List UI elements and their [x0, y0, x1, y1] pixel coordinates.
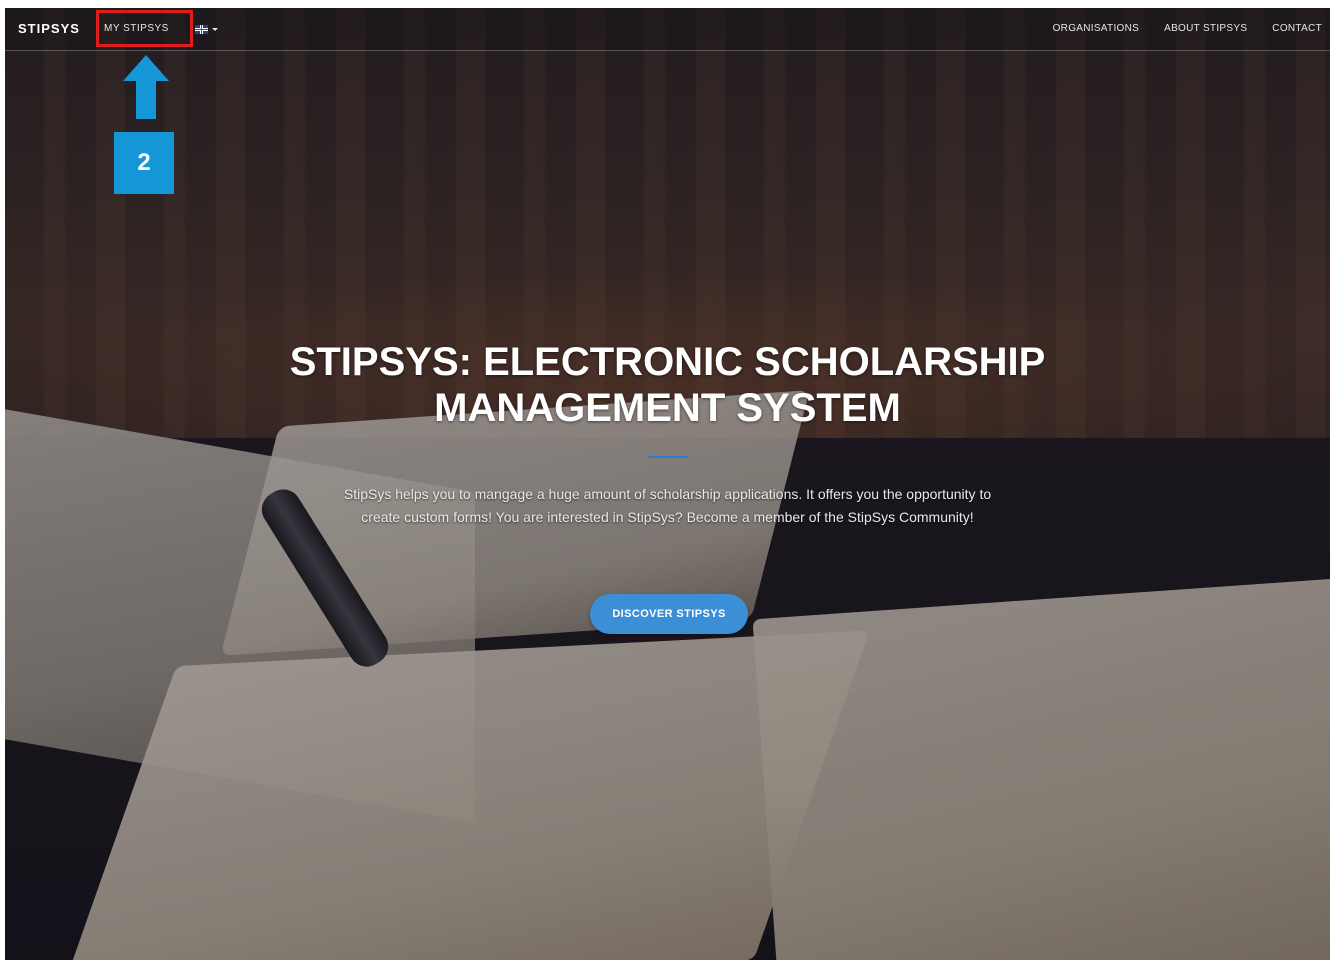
- caret-down-icon: [212, 27, 218, 31]
- top-navbar: STIPSYS MY STIPSYS ORGANISATIONS ABOUT S…: [5, 8, 1330, 51]
- nav-right-links: ORGANISATIONS ABOUT STIPSYS CONTACT: [1053, 23, 1322, 34]
- hero-title-line2: MANAGEMENT SYSTEM: [434, 386, 901, 430]
- brand-logo[interactable]: STIPSYS: [18, 21, 80, 36]
- arrow-up-icon: [123, 55, 169, 119]
- hero-title-line1: STIPSYS: ELECTRONIC SCHOLARSHIP: [289, 340, 1046, 384]
- highlight-box-my-stipsys: [96, 10, 193, 47]
- hero-title: STIPSYS: ELECTRONIC SCHOLARSHIP MANAGEME…: [5, 339, 1330, 431]
- page-frame: STIPSYS MY STIPSYS ORGANISATIONS ABOUT S…: [5, 8, 1330, 960]
- step-badge: 2: [114, 132, 174, 194]
- language-dropdown[interactable]: [195, 24, 218, 34]
- nav-about-stipsys[interactable]: ABOUT STIPSYS: [1164, 23, 1247, 34]
- hero-divider: [648, 456, 688, 458]
- hero-description: StipSys helps you to mangage a huge amou…: [343, 486, 992, 525]
- uk-flag-icon: [195, 24, 208, 34]
- nav-organisations[interactable]: ORGANISATIONS: [1053, 23, 1140, 34]
- nav-contact[interactable]: CONTACT: [1272, 23, 1322, 34]
- discover-stipsys-button[interactable]: DISCOVER STIPSYS: [590, 594, 748, 634]
